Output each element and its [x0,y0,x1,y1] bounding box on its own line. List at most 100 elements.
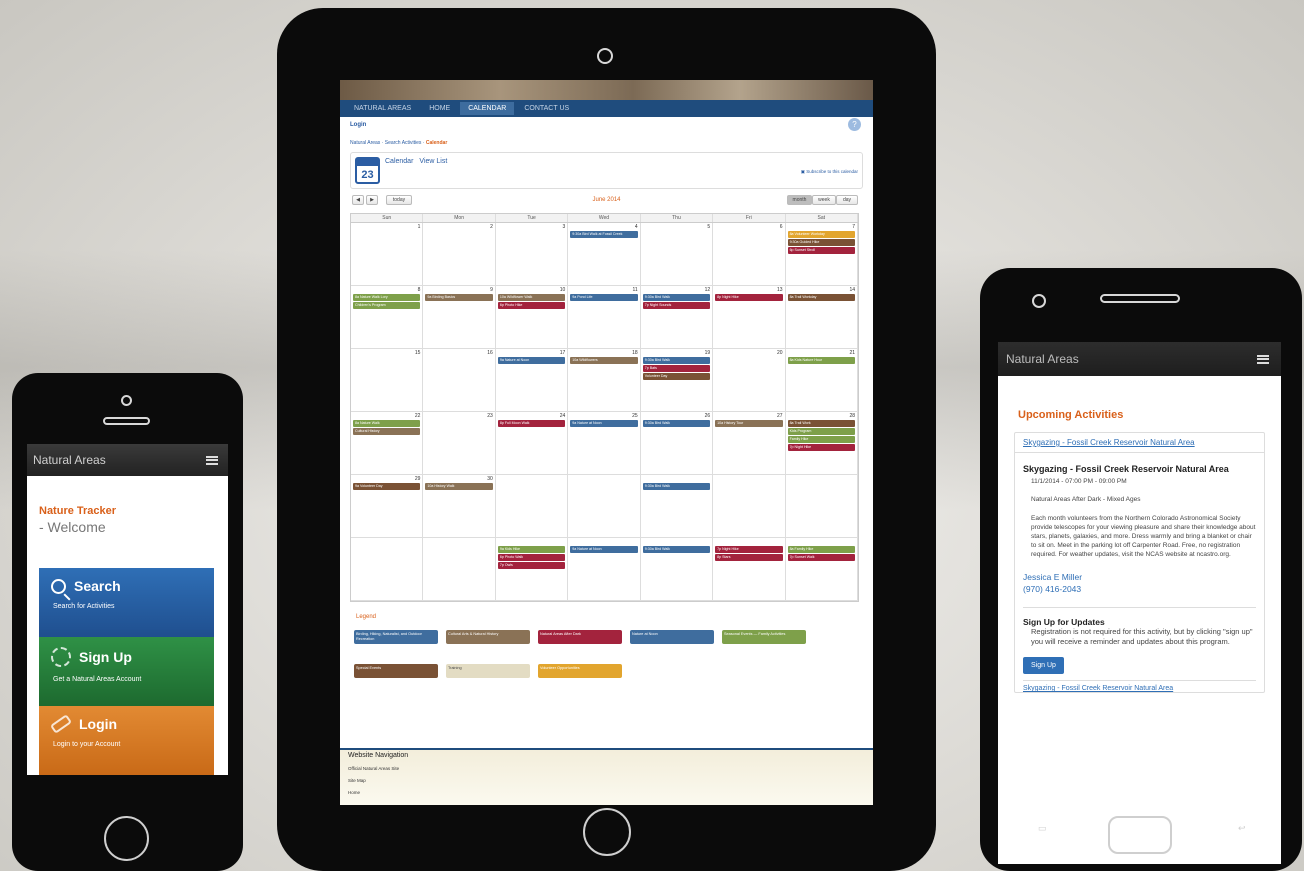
calendar-day-cell[interactable] [568,475,641,537]
calendar-event[interactable]: 9:30a Bird Walk [642,546,711,553]
calendar-event[interactable]: Children's Program [353,302,421,309]
calendar-day-cell[interactable]: 21 8a Kids Nature Hour [786,349,858,411]
calendar-event[interactable]: 7p Sunset Walk [787,554,855,561]
tab-calendar[interactable]: Calendar [385,158,413,165]
calendar-day-cell[interactable]: 13 8p Night Hike [713,286,786,348]
nav-natural-areas[interactable]: NATURAL AREAS [346,102,419,115]
calendar-event[interactable]: 8p Night Hike [715,294,783,301]
calendar-event[interactable]: 9:30a Bird Walk [642,483,711,490]
calendar-day-cell[interactable]: 18 10a Wildflowers [568,349,641,411]
calendar-event[interactable]: 8a Kids Nature Hour [787,357,855,364]
calendar-day-cell[interactable]: 16 [423,349,496,411]
calendar-day-cell[interactable]: 28 8a Trail Work Kids Program Family Hike 7p… [786,412,858,474]
calendar-day-cell[interactable]: 7p Night Hike 8p Stars [713,538,786,600]
calendar-event[interactable]: 6p Photo Walk [497,554,566,561]
login-link[interactable]: Login [350,122,366,128]
calendar-day-cell[interactable]: 29 9a Volunteer Day [351,475,424,537]
home-button[interactable] [104,816,149,861]
home-button[interactable] [583,808,631,856]
calendar-event[interactable]: 10a History Walk [425,483,493,490]
calendar-event[interactable]: Cultural History [353,428,421,435]
calendar-event[interactable]: 10a Wildflowers [570,357,638,364]
calendar-event[interactable]: 6p Photo Hike [497,302,566,309]
help-icon[interactable]: ? [848,118,861,131]
calendar-event[interactable]: 9a Birding Basics [425,294,493,301]
calendar-event[interactable]: 9:30a Bird Walk [642,294,711,301]
next-event-link[interactable]: Skygazing - Fossil Creek Reservoir Natur… [1023,680,1256,692]
calendar-day-cell[interactable]: 9a Kids Hike 6p Photo Walk 7p Owls [496,538,569,600]
home-button[interactable] [1108,816,1172,854]
calendar-day-cell[interactable]: 4 9:30a Bird Walk at Fossil Creek [568,223,641,285]
calendar-event[interactable]: 10a Wildflower Walk [497,294,566,301]
back-icon[interactable]: ↩ [1238,823,1246,835]
calendar-event[interactable]: 7p Night Hike [787,444,855,451]
calendar-event[interactable]: 9:30a Bird Walk [642,357,711,364]
breadcrumb-path[interactable]: Natural Areas · Search Activities · [350,140,426,146]
calendar-day-cell[interactable]: 26 9:30a Bird Walk [641,412,714,474]
search-tile[interactable]: Search Search for Activities [39,568,214,637]
footer-link-home[interactable]: Home [348,790,865,795]
calendar-event[interactable]: Kids Program [787,428,855,435]
calendar-day-cell[interactable]: 10 10a Wildflower Walk 6p Photo Hike [496,286,569,348]
calendar-event[interactable]: 9a Volunteer Day [353,483,421,490]
calendar-event[interactable]: 9a Kids Hike [497,546,566,553]
calendar-event[interactable]: 9a Nature at Noon [570,420,638,427]
calendar-day-cell[interactable]: 22 8a Nature Walk Cultural History [351,412,424,474]
login-tile[interactable]: Login Login to your Account [39,706,214,775]
calendar-event[interactable]: 7p Bats [642,365,711,372]
calendar-event[interactable]: 10a History Tour [715,420,783,427]
calendar-day-cell[interactable]: 24 8p Full Moon Walk [496,412,569,474]
calendar-day-cell[interactable]: 27 10a History Tour [713,412,786,474]
calendar-day-cell[interactable] [786,475,858,537]
calendar-day-cell[interactable]: 17 9a Nature at Noon [496,349,569,411]
calendar-day-cell[interactable]: 30 10a History Walk [423,475,496,537]
calendar-day-cell[interactable]: 1 [351,223,424,285]
calendar-day-cell[interactable]: 11 9a Pond Life [568,286,641,348]
calendar-event[interactable]: 9a Nature at Noon [570,546,638,553]
day-view-button[interactable]: day [836,195,858,205]
calendar-event[interactable]: 9a Pond Life [570,294,638,301]
calendar-day-cell[interactable]: 15 [351,349,424,411]
signup-tile[interactable]: Sign Up Get a Natural Areas Account [39,637,214,706]
nav-calendar[interactable]: CALENDAR [460,102,515,115]
calendar-day-cell[interactable]: 9 9a Birding Basics [423,286,496,348]
calendar-event[interactable]: 9:30a Guided Hike [787,239,855,246]
footer-link-official-site[interactable]: Official Natural Areas Site [348,766,865,771]
calendar-day-cell[interactable]: 5 [641,223,714,285]
tab-view-list[interactable]: View List [419,158,447,165]
calendar-day-cell[interactable]: 7 8a Volunteer Workday 9:30a Guided Hike 6p… [786,223,858,285]
hamburger-icon[interactable] [1257,354,1269,364]
calendar-day-cell[interactable]: 25 9a Nature at Noon [568,412,641,474]
calendar-event[interactable]: Family Hike [787,436,855,443]
calendar-day-cell[interactable]: 8 8a Nature Walk Lory Children's Program [351,286,424,348]
week-view-button[interactable]: week [812,195,836,205]
calendar-day-cell[interactable] [423,538,496,600]
calendar-event[interactable]: 7p Night Sounds [642,302,711,309]
recent-apps-icon[interactable]: ▭ [1038,823,1047,835]
calendar-event[interactable]: 9:30a Bird Walk at Fossil Creek [570,231,638,238]
calendar-event[interactable]: 8a Nature Walk Lory [353,294,421,301]
calendar-day-cell[interactable]: 19 9:30a Bird Walk 7p Bats Volunteer Day [641,349,714,411]
calendar-day-cell[interactable]: 12 9:30a Bird Walk 7p Night Sounds [641,286,714,348]
calendar-event[interactable]: 9a Nature at Noon [497,357,566,364]
contact-phone[interactable]: (970) 416-2043 [1023,583,1256,595]
calendar-event[interactable]: 8a Nature Walk [353,420,421,427]
calendar-day-cell[interactable]: 9a Nature at Noon [568,538,641,600]
calendar-day-cell[interactable]: 9:30a Bird Walk [641,538,714,600]
calendar-day-cell[interactable]: 3 [496,223,569,285]
calendar-day-cell[interactable]: 9:30a Bird Walk [641,475,714,537]
calendar-day-cell[interactable]: 8a Family Hike 7p Sunset Walk [786,538,858,600]
sign-up-button[interactable]: Sign Up [1023,657,1064,674]
calendar-day-cell[interactable]: 23 [423,412,496,474]
calendar-event[interactable]: 9:30a Bird Walk [642,420,711,427]
hamburger-icon[interactable] [206,455,218,465]
calendar-event[interactable]: 8a Volunteer Workday [787,231,855,238]
nav-home[interactable]: HOME [421,102,458,115]
calendar-event[interactable]: Volunteer Day [642,373,711,380]
event-link[interactable]: Skygazing - Fossil Creek Reservoir Natur… [1015,433,1264,453]
calendar-day-cell[interactable]: 2 [423,223,496,285]
calendar-event[interactable]: 7p Night Hike [715,546,783,553]
subscribe-link[interactable]: ▣ Subscribe to this calendar [801,169,858,175]
calendar-event[interactable]: 8p Stars [715,554,783,561]
calendar-day-cell[interactable] [351,538,424,600]
